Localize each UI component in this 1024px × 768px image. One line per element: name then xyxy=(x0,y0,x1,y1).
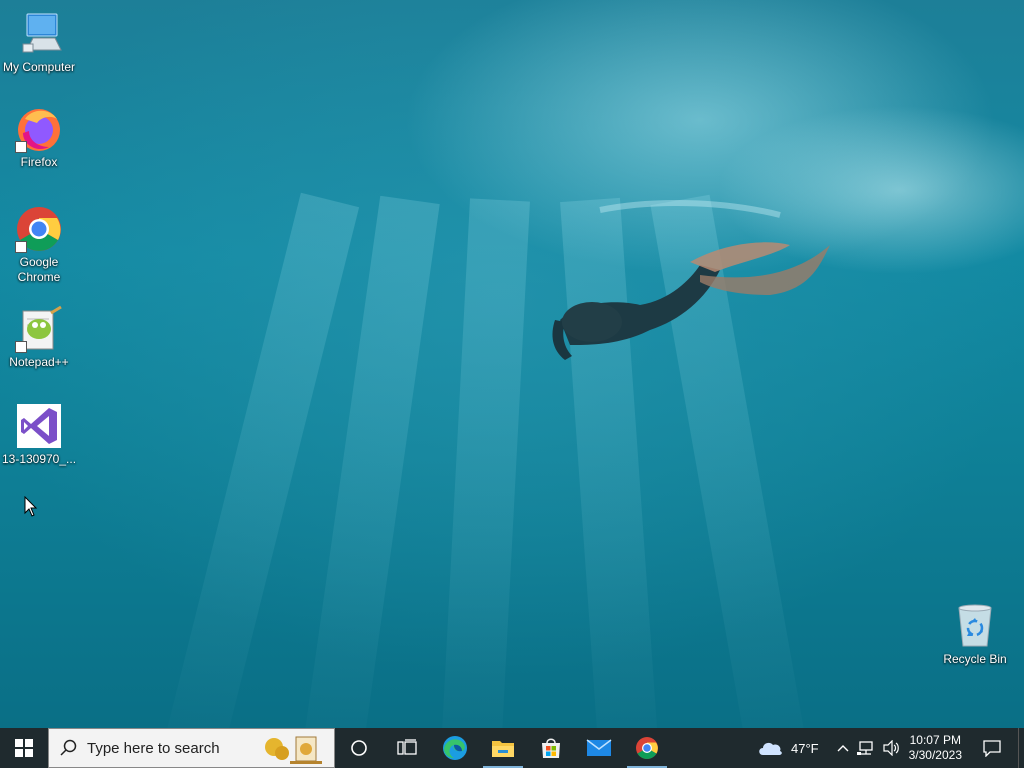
clock-date: 3/30/2023 xyxy=(908,748,962,762)
task-view-icon xyxy=(397,739,417,755)
cortana-circle-icon xyxy=(351,740,367,756)
store-icon xyxy=(542,738,560,758)
desktop-icon-google-chrome[interactable]: Google Chrome xyxy=(1,205,77,285)
clock[interactable]: 10:07 PM 3/30/2023 xyxy=(905,728,966,768)
desktop-icon-label: Firefox xyxy=(20,155,58,169)
computer-icon xyxy=(15,10,63,58)
chrome-icon xyxy=(636,737,658,759)
weather-temperature: 47°F xyxy=(791,740,819,756)
desktop-wallpaper xyxy=(0,0,1024,728)
show-hidden-icons-button[interactable] xyxy=(833,728,853,768)
task-view-button[interactable] xyxy=(383,728,431,768)
desktop-icon-visual-studio-file[interactable]: 13-130970_... xyxy=(1,402,77,467)
mail-button[interactable] xyxy=(575,728,623,768)
speaker-icon xyxy=(883,740,899,756)
volume-button[interactable] xyxy=(879,728,905,768)
desktop-icon-label: Recycle Bin xyxy=(943,652,1007,666)
system-tray: 47°F 10:07 PM 3/30/2023 xyxy=(753,728,1024,768)
desktop-icon-my-computer[interactable]: My Computer xyxy=(1,10,77,75)
desktop-icon-label: 13-130970_... xyxy=(1,452,77,466)
cortana-button[interactable] xyxy=(335,728,383,768)
mail-icon xyxy=(586,739,612,756)
taskbar: Type here to search 47°F 10:07 PM 3/30/2… xyxy=(0,728,1024,768)
chrome-taskbar-button[interactable] xyxy=(623,728,671,768)
edge-icon xyxy=(443,736,467,760)
shortcut-arrow-icon xyxy=(15,341,27,353)
folder-icon xyxy=(492,741,514,757)
mouse-cursor-icon xyxy=(24,496,38,517)
show-desktop-button[interactable] xyxy=(1018,728,1024,768)
desktop-icon-notepadpp[interactable]: Notepad++ xyxy=(1,305,77,370)
desktop-icon-firefox[interactable]: Firefox xyxy=(1,105,77,170)
weather-widget[interactable]: 47°F xyxy=(753,728,823,768)
chevron-up-icon xyxy=(837,745,849,752)
chrome-icon xyxy=(15,205,63,253)
diver-illustration xyxy=(552,200,830,360)
windows-logo-icon xyxy=(15,739,33,757)
search-highlight-icon xyxy=(265,736,322,764)
microsoft-store-button[interactable] xyxy=(527,728,575,768)
notification-icon xyxy=(983,740,1001,757)
start-button[interactable] xyxy=(0,728,48,768)
desktop-icon-label: Google Chrome xyxy=(17,255,61,284)
desktop-icon-label: My Computer xyxy=(2,60,76,74)
search-input[interactable]: Type here to search xyxy=(48,728,335,768)
visual-studio-icon xyxy=(15,402,63,450)
network-button[interactable] xyxy=(853,728,879,768)
cloud-icon xyxy=(759,742,782,755)
network-icon xyxy=(856,741,873,755)
search-placeholder: Type here to search xyxy=(87,739,220,757)
shortcut-arrow-icon xyxy=(15,141,27,153)
file-explorer-button[interactable] xyxy=(479,728,527,768)
clock-time: 10:07 PM xyxy=(909,733,961,747)
notifications-button[interactable] xyxy=(966,728,1018,768)
desktop-icon-label: Notepad++ xyxy=(9,355,69,369)
firefox-icon xyxy=(15,105,63,153)
edge-button[interactable] xyxy=(431,728,479,768)
shortcut-arrow-icon xyxy=(15,241,27,253)
search-icon xyxy=(60,739,77,756)
notepadpp-icon xyxy=(15,305,63,353)
desktop-icon-recycle-bin[interactable]: Recycle Bin xyxy=(937,602,1013,667)
recycle-bin-icon xyxy=(951,602,999,650)
